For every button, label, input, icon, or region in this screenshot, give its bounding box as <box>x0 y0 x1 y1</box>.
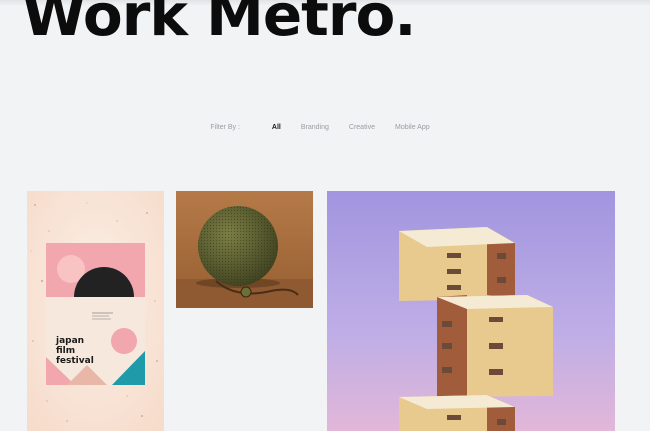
poster-text-japan: japan <box>55 336 84 346</box>
page-title: Work Metro. <box>22 0 416 49</box>
poster-image: japan film festival <box>27 191 164 431</box>
poster-text-film: film <box>56 346 75 356</box>
portfolio-item-poster[interactable]: japan film festival <box>27 191 164 431</box>
portfolio-item-building[interactable] <box>327 191 615 431</box>
portfolio-item-speaker[interactable] <box>176 191 313 308</box>
filter-all[interactable]: All <box>272 124 281 131</box>
filter-bar: Filter By : All Branding Creative Mobile… <box>0 124 650 131</box>
filter-mobile-app[interactable]: Mobile App <box>395 124 430 131</box>
poster-text-festival: festival <box>56 356 94 366</box>
filter-label: Filter By : <box>210 124 240 131</box>
filter-creative[interactable]: Creative <box>349 124 375 131</box>
filter-branding[interactable]: Branding <box>301 124 329 131</box>
building-image <box>327 191 615 431</box>
speaker-image <box>176 191 313 308</box>
